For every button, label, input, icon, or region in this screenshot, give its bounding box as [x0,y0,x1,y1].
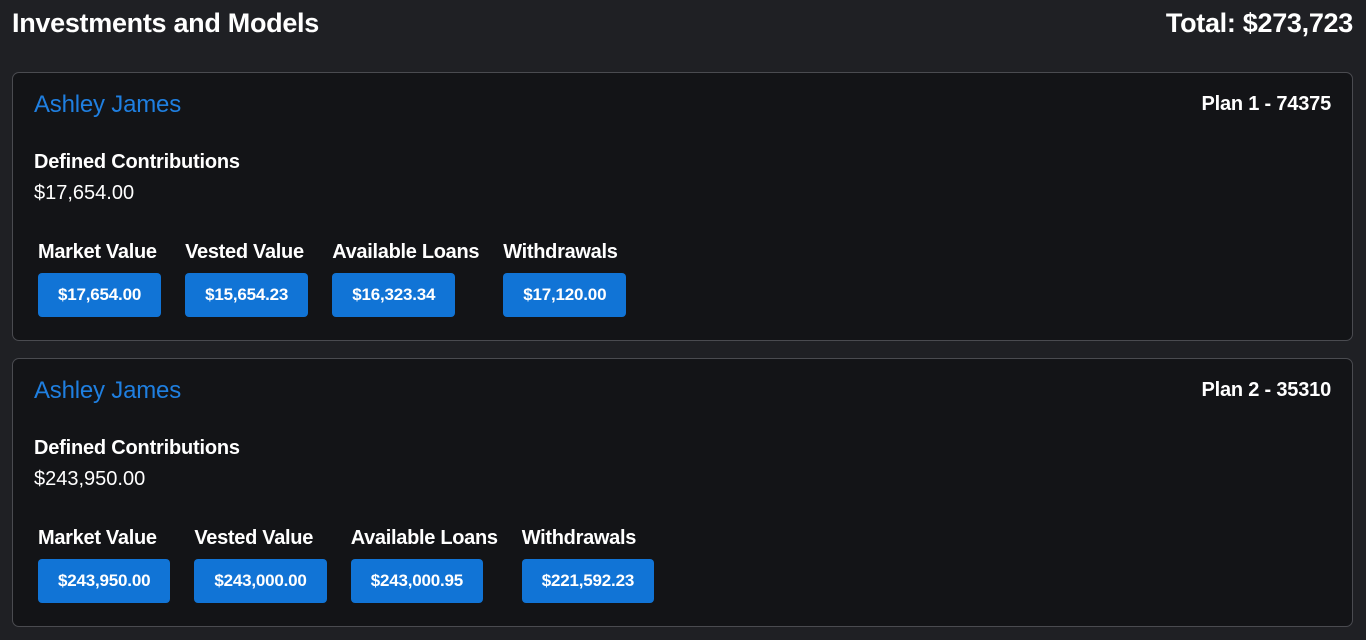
vested-value-button[interactable]: $15,654.23 [185,273,309,317]
available-loans-label: Available Loans [350,527,498,549]
defined-contributions-value: $17,654.00 [34,182,135,204]
market-value-button[interactable]: $243,950.00 [38,559,171,603]
account-holder-link[interactable]: Ashley James [34,91,181,119]
available-loans-metric: Available Loans $16,323.34 [332,239,480,317]
defined-contributions-value: $243,950.00 [34,468,146,490]
market-value-label: Market Value [38,241,157,263]
plan-identifier: Plan 1 - 74375 [1201,93,1331,115]
plan-card-header: Ashley James Plan 1 - 74375 [34,73,1331,136]
account-holder-link[interactable]: Ashley James [34,377,181,405]
available-loans-button[interactable]: $243,000.95 [350,559,484,603]
plan-card: Ashley James Plan 1 - 74375 Defined Cont… [12,72,1353,341]
available-loans-label: Available Loans [332,241,480,263]
plan-card-header: Ashley James Plan 2 - 35310 [34,359,1331,422]
defined-contributions-label: Defined Contributions [34,151,240,173]
available-loans-button[interactable]: $16,323.34 [332,273,456,317]
vested-value-metric: Vested Value $15,654.23 [185,239,309,317]
vested-value-metric: Vested Value $243,000.00 [194,525,327,603]
vested-value-label: Vested Value [185,241,304,263]
page-title: Investments and Models [12,7,319,38]
page-header: Investments and Models Total: $273,723 [12,0,1353,48]
withdrawals-label: Withdrawals [503,241,618,263]
plan-metrics: Market Value $17,654.00 Vested Value $15… [34,239,1331,317]
investments-page: Investments and Models Total: $273,723 A… [0,0,1366,640]
withdrawals-metric: Withdrawals $17,120.00 [503,239,627,317]
withdrawals-label: Withdrawals [521,527,637,549]
market-value-metric: Market Value $17,654.00 [38,239,162,317]
total-amount: Total: $273,723 [1165,7,1353,38]
vested-value-label: Vested Value [194,527,314,549]
market-value-label: Market Value [38,527,157,549]
plan-identifier: Plan 2 - 35310 [1201,379,1331,401]
available-loans-metric: Available Loans $243,000.95 [350,525,498,603]
withdrawals-button[interactable]: $221,592.23 [521,559,655,603]
market-value-button[interactable]: $17,654.00 [38,273,162,317]
plan-metrics: Market Value $243,950.00 Vested Value $2… [34,525,1331,603]
plan-card: Ashley James Plan 2 - 35310 Defined Cont… [12,358,1353,627]
defined-contributions-label: Defined Contributions [34,437,240,459]
withdrawals-metric: Withdrawals $221,592.23 [521,525,655,603]
withdrawals-button[interactable]: $17,120.00 [503,273,627,317]
plan-list: Ashley James Plan 1 - 74375 Defined Cont… [12,72,1353,627]
market-value-metric: Market Value $243,950.00 [38,525,171,603]
vested-value-button[interactable]: $243,000.00 [194,559,327,603]
